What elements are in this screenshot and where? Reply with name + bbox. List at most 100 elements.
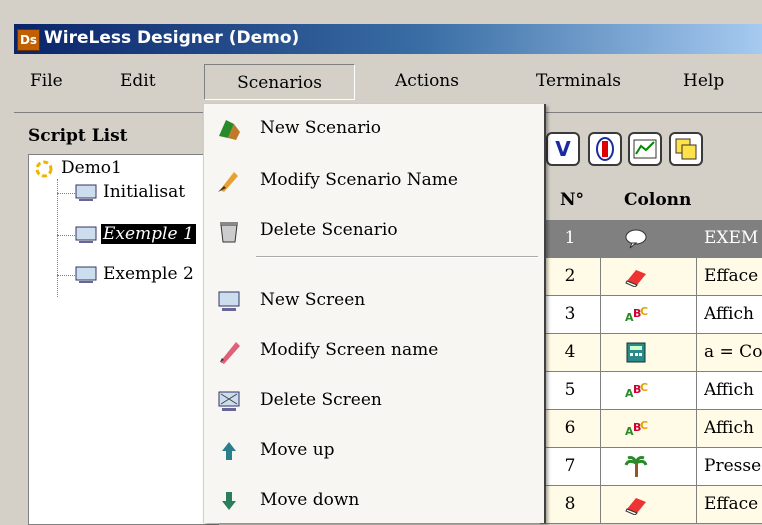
svg-text:V: V	[555, 137, 571, 161]
menu-item-move-up[interactable]: Move up	[204, 430, 542, 470]
arrow-up-icon	[222, 442, 236, 460]
menu-item-label: Modify Scenario Name	[260, 170, 458, 190]
row-number: 4	[540, 334, 601, 371]
eraser-icon	[625, 498, 646, 515]
trash-icon	[220, 222, 238, 243]
row-number: 3	[540, 296, 601, 333]
chart-icon	[633, 139, 657, 159]
menu-item-new-screen[interactable]: New Screen	[204, 280, 542, 320]
pencil-icon	[220, 342, 240, 364]
app-window: Ds WireLess Designer (Demo) File Edit Sc…	[0, 0, 762, 525]
menu-item-label: Move up	[260, 440, 335, 460]
menu-item-move-down[interactable]: Move down	[204, 480, 542, 520]
column-divider	[696, 448, 697, 485]
menu-actions[interactable]: Actions	[395, 71, 459, 91]
menu-item-new-scenario[interactable]: New Scenario	[204, 108, 542, 148]
menu-item-label: Move down	[260, 490, 360, 510]
app-icon[interactable]: Ds	[17, 29, 40, 51]
tree-item[interactable]: Initialisat	[75, 179, 187, 205]
tree-item-selected[interactable]: Exemple 1	[75, 221, 196, 247]
row-text: Efface	[704, 266, 759, 286]
row-number: 6	[540, 410, 601, 447]
column-divider	[696, 372, 697, 409]
table-row[interactable]: 4 a = Co	[540, 334, 762, 372]
column-divider	[696, 258, 697, 295]
column-divider	[696, 410, 697, 447]
menu-item-modify-screen-name[interactable]: Modify Screen name	[204, 330, 542, 370]
speech-bubble-icon	[625, 229, 647, 249]
title-bar[interactable]: Ds WireLess Designer (Demo)	[14, 24, 762, 54]
arrow-down-icon	[222, 492, 236, 510]
row-text: Presse	[704, 456, 762, 476]
window-button[interactable]	[669, 132, 703, 166]
row-number: 5	[540, 372, 601, 409]
v-icon: V	[555, 137, 571, 161]
row-number: 7	[540, 448, 601, 485]
column-divider	[696, 296, 697, 333]
menu-item-delete-scenario[interactable]: Delete Scenario	[204, 210, 542, 250]
script-tree[interactable]: Demo1 Initialisat Exemple 1 Exemple 2	[28, 154, 219, 525]
table-row[interactable]: 6 A B C Affich	[540, 410, 762, 448]
script-list-title: Script List	[28, 126, 128, 146]
window-title: WireLess Designer (Demo)	[44, 28, 300, 48]
tree-item[interactable]: Exemple 2	[75, 261, 196, 287]
palm-tree-icon	[624, 456, 648, 477]
row-text: EXEM	[704, 228, 759, 248]
scenarios-dropdown: New Scenario Modify Scenario Name Delete…	[203, 104, 546, 523]
menu-scenarios[interactable]: Scenarios	[204, 64, 355, 100]
chart-button[interactable]	[628, 132, 662, 166]
abc-icon: A BC	[625, 419, 648, 438]
shield-icon	[596, 137, 614, 161]
menu-item-modify-scenario-name[interactable]: Modify Scenario Name	[204, 160, 542, 200]
table-row[interactable]: 8 Efface	[540, 486, 762, 524]
script-list-panel: Script List Demo1 Initialisat Exemple 1	[14, 118, 219, 525]
grid-header: N° Colonn	[540, 180, 762, 220]
row-number: 2	[540, 258, 601, 295]
table-row[interactable]: 1 EXEM	[540, 220, 762, 258]
row-text: a = Co	[704, 342, 762, 362]
menu-terminals[interactable]: Terminals	[536, 71, 621, 91]
table-row[interactable]: 3 A B C Affich	[540, 296, 762, 334]
table-row[interactable]: 5 A B C Affich	[540, 372, 762, 410]
v-button[interactable]: V	[546, 132, 580, 166]
table-row[interactable]: 7 Presse	[540, 448, 762, 486]
row-number: 8	[540, 486, 601, 523]
row-text: Affich	[704, 304, 754, 324]
table-row[interactable]: 2 Efface	[540, 258, 762, 296]
menu-item-label: New Scenario	[260, 118, 382, 138]
tree-root-label: Demo1	[61, 158, 122, 178]
screen-icon	[75, 184, 97, 201]
grid-header-column[interactable]: Colonn	[624, 190, 691, 210]
screen-icon	[75, 226, 97, 243]
modify-scenario-icon	[218, 172, 238, 192]
menu-file[interactable]: File	[30, 71, 63, 91]
shield-button[interactable]	[588, 132, 622, 166]
new-scenario-icon	[219, 120, 240, 140]
row-text: Efface	[704, 494, 759, 514]
tree-connector	[57, 235, 75, 236]
screen-icon	[75, 266, 97, 283]
svg-text:C: C	[640, 419, 648, 432]
menu-item-label: Modify Screen name	[260, 340, 439, 360]
tree-connector	[57, 275, 75, 276]
tree-item-label: Exemple 2	[103, 264, 194, 284]
column-divider	[696, 220, 697, 257]
menu-item-label: Delete Screen	[260, 390, 382, 410]
row-text: Affich	[704, 380, 754, 400]
grid-header-number[interactable]: N°	[560, 190, 584, 210]
action-grid: N° Colonn 1 EXEM 2 Efface 3 A B C Affich 4 a = Co 5…	[540, 180, 762, 524]
menu-help[interactable]: Help	[683, 71, 724, 91]
tree-item-label: Initialisat	[103, 182, 186, 202]
menu-edit[interactable]: Edit	[120, 71, 156, 91]
tree-connector	[57, 193, 75, 194]
menu-item-delete-screen[interactable]: Delete Screen	[204, 380, 542, 420]
tree-root[interactable]: Demo1	[33, 155, 124, 181]
abc-icon: A BC	[625, 305, 648, 324]
column-divider	[696, 486, 697, 523]
abc-icon: A BC	[625, 381, 648, 400]
menu-item-label: Delete Scenario	[260, 220, 398, 240]
column-divider	[696, 334, 697, 371]
tree-connector	[57, 179, 58, 297]
sun-icon	[35, 160, 53, 177]
menu-separator	[256, 256, 538, 258]
